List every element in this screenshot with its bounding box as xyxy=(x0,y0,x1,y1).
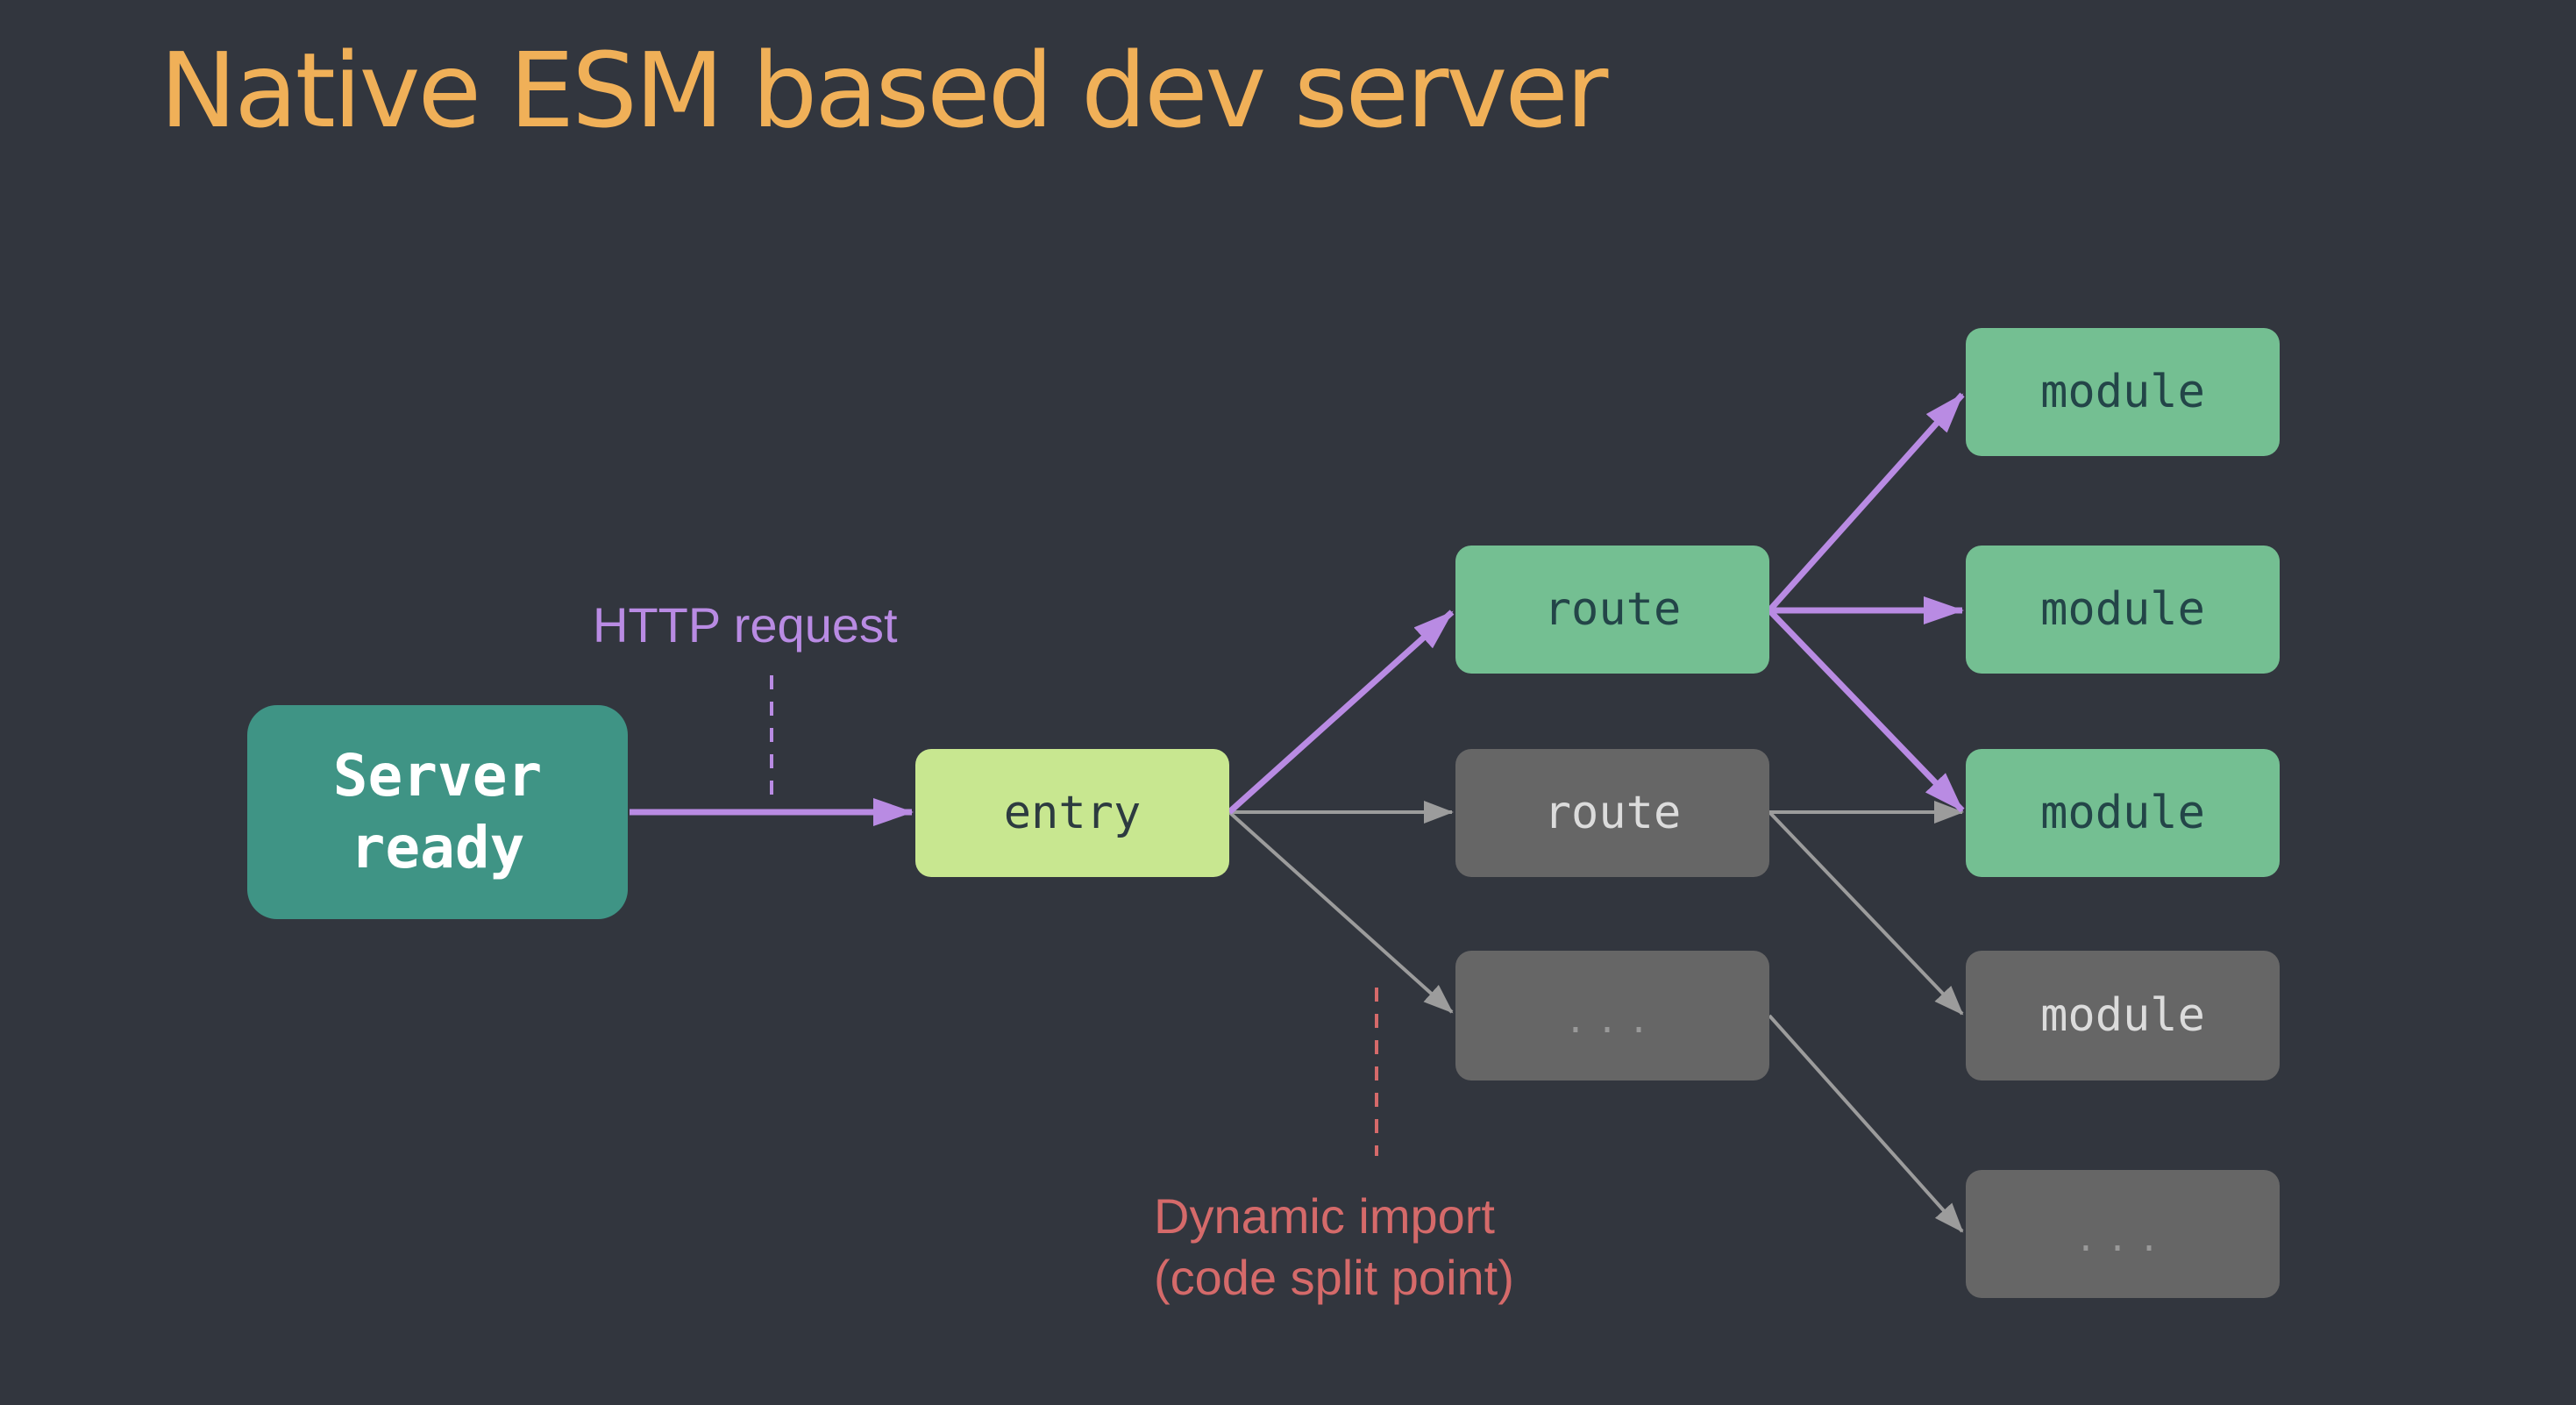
arrow-entry-to-route-ellipsis xyxy=(1228,810,1454,1014)
arrow-route-active-to-module-1 xyxy=(1767,392,1965,613)
module-node-2: module xyxy=(1966,546,2280,674)
arrow-route-ellipsis-to-module-ellipsis xyxy=(1768,1014,1964,1233)
module-node-3: module xyxy=(1966,749,2280,877)
server-ready-node: Server ready xyxy=(247,705,628,919)
module-node-4: module xyxy=(1966,951,2280,1080)
module-node-1: module xyxy=(1966,328,2280,456)
page-title: Native ESM based dev server xyxy=(160,30,1608,151)
entry-node: entry xyxy=(915,749,1229,877)
route-node-active: route xyxy=(1455,546,1769,674)
route-node-ellipsis: ... xyxy=(1455,951,1769,1080)
route-node-inactive: route xyxy=(1455,749,1769,877)
dynamic-import-label-line-2: (code split point) xyxy=(1154,1250,1514,1305)
arrow-route-active-to-module-3 xyxy=(1767,608,1965,813)
diagram-canvas: Native ESM based dev server HTTP request… xyxy=(0,0,2576,1405)
dynamic-import-label: Dynamic import (code split point) xyxy=(1154,1186,1514,1309)
module-node-ellipsis: ... xyxy=(1966,1170,2280,1298)
http-request-label: HTTP request xyxy=(593,597,898,653)
arrow-route-inactive-to-module-4 xyxy=(1768,810,1964,1016)
dynamic-import-label-line-1: Dynamic import xyxy=(1154,1188,1495,1244)
arrow-entry-to-route-active xyxy=(1227,610,1455,815)
